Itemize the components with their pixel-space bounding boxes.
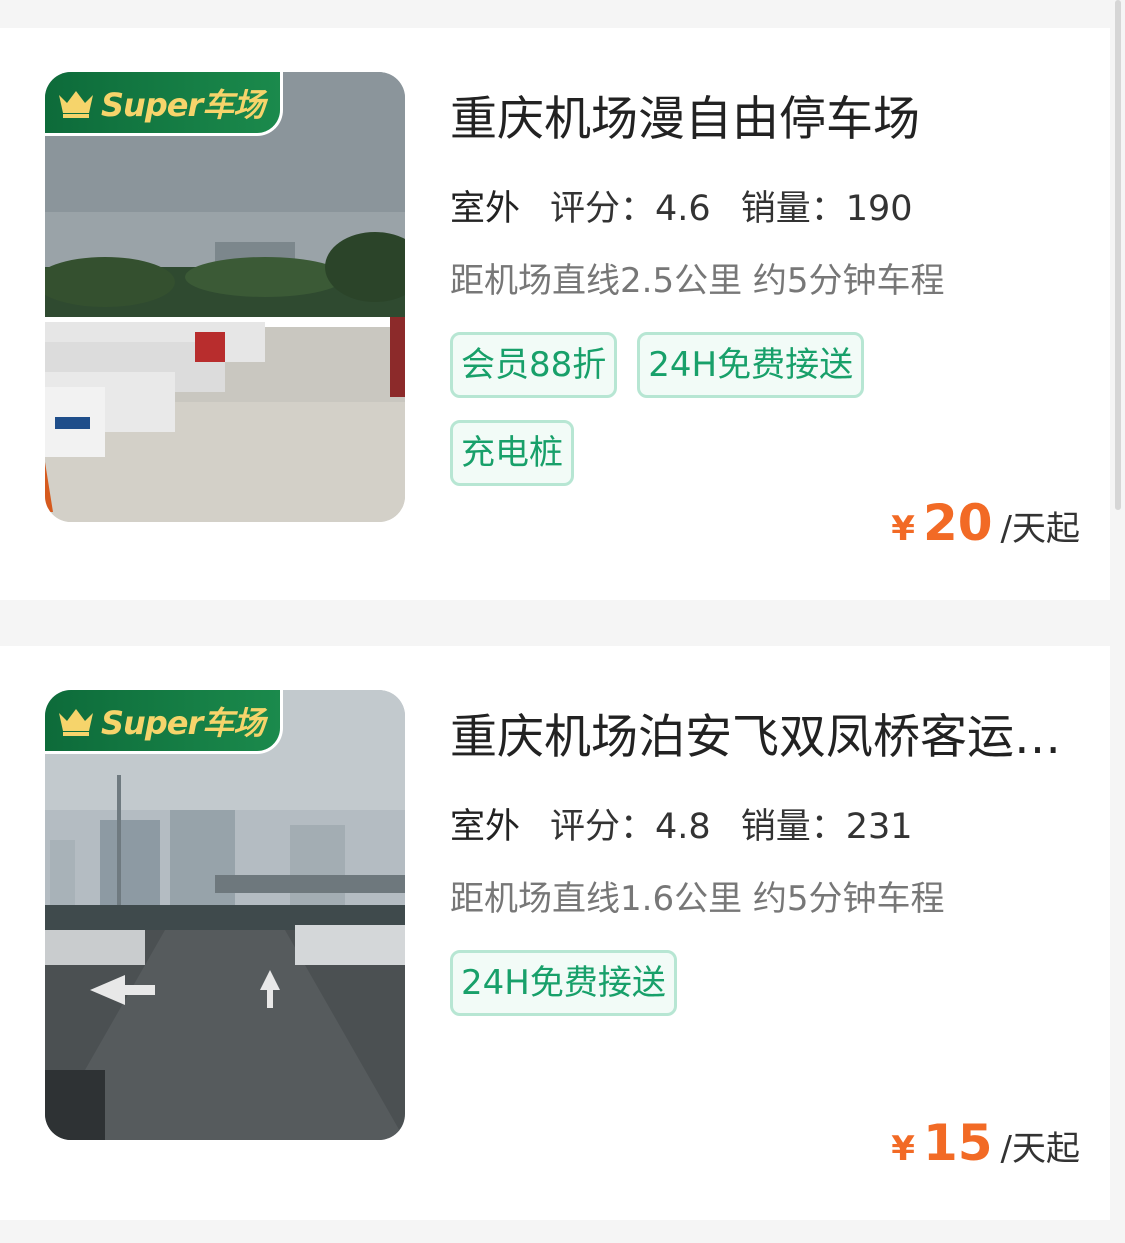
listing-meta: 室外 评分： 4.8 销量： 231 [450, 798, 943, 849]
feature-tags: 会员88折 24H免费接送 充电桩 [450, 332, 1010, 508]
price-unit: /天起 [1000, 509, 1080, 549]
distance-text: 距机场直线2.5公里 约5分钟车程 [450, 261, 945, 301]
rating-label: 评分： [550, 807, 656, 847]
sales-value: 190 [845, 189, 913, 229]
rating-label: 评分： [550, 189, 656, 229]
price-value: 20 [922, 494, 993, 552]
tag-charging: 充电桩 [450, 420, 574, 486]
parking-listing-card[interactable]: Super车场 重庆机场漫自由停车场 室外 评分： 4.6 销量： 190 距机… [0, 28, 1110, 600]
price-unit: /天起 [1000, 1129, 1080, 1169]
sales-label: 销量： [740, 189, 846, 229]
currency-symbol: ¥ [891, 1129, 915, 1169]
parking-lot-photo: Super车场 [45, 690, 405, 1140]
super-parking-badge: Super车场 [45, 690, 283, 754]
scrollbar[interactable] [1115, 0, 1121, 510]
distance-text: 距机场直线1.6公里 约5分钟车程 [450, 879, 945, 919]
rating-value: 4.6 [655, 189, 711, 229]
badge-label: Super车场 [101, 85, 265, 124]
listing-title[interactable]: 重庆机场漫自由停车场 [450, 80, 1075, 149]
type-badge: 室外 [450, 798, 520, 849]
sales-label: 销量： [740, 807, 846, 847]
badge-label: Super车场 [101, 703, 265, 742]
currency-symbol: ¥ [891, 509, 915, 549]
crown-icon [59, 90, 93, 118]
tag-free-shuttle: 24H免费接送 [450, 950, 677, 1016]
tag-free-shuttle: 24H免费接送 [637, 332, 865, 398]
parking-lot-photo: Super车场 [45, 72, 405, 522]
rating-value: 4.8 [655, 807, 711, 847]
crown-icon [59, 708, 93, 736]
sales-value: 231 [845, 807, 913, 847]
listing-meta: 室外 评分： 4.6 销量： 190 [450, 180, 943, 231]
super-parking-badge: Super车场 [45, 72, 283, 136]
listing-title[interactable]: 重庆机场泊安飞双凤桥客运站停车场 [450, 698, 1075, 767]
parking-listing-card[interactable]: Super车场 重庆机场泊安飞双凤桥客运站停车场 室外 评分： 4.8 销量： … [0, 646, 1110, 1220]
price: ¥ 15 /天起 [891, 1114, 1080, 1172]
feature-tags: 24H免费接送 [450, 950, 1010, 1038]
price-value: 15 [922, 1114, 993, 1172]
price: ¥ 20 /天起 [891, 494, 1080, 552]
tag-member-discount: 会员88折 [450, 332, 618, 398]
type-badge: 室外 [450, 180, 520, 231]
